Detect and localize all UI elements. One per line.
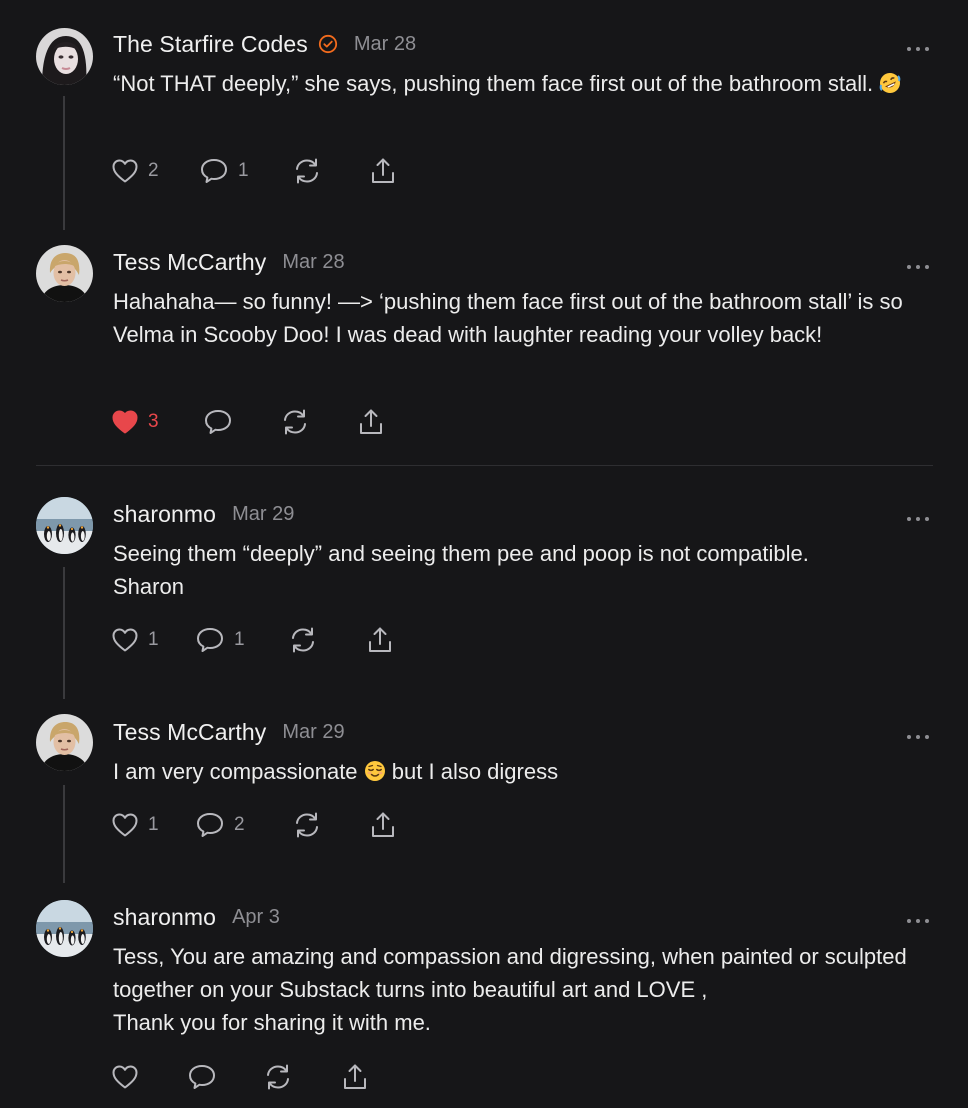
restack-icon	[280, 407, 310, 437]
more-options-icon[interactable]	[906, 912, 930, 923]
relieved-emoji-icon	[364, 758, 386, 781]
comment-header: Tess McCarthy Mar 29	[113, 717, 345, 747]
like-count: 1	[148, 629, 159, 650]
comment-header: Tess McCarthy Mar 28	[113, 247, 345, 277]
comment-header: sharonmo Apr 3	[113, 902, 280, 932]
reply-count: 2	[234, 814, 245, 835]
comment-date[interactable]: Mar 29	[282, 721, 344, 744]
like-button[interactable]: 2	[111, 156, 159, 186]
author-name[interactable]: Tess McCarthy	[113, 249, 266, 276]
restack-button[interactable]	[263, 1062, 293, 1092]
like-count: 3	[148, 411, 159, 432]
comment-text: but I also digress	[385, 759, 559, 784]
restack-icon	[263, 1062, 293, 1092]
comment-header: sharonmo Mar 29	[113, 499, 294, 529]
more-options-icon[interactable]	[906, 40, 930, 51]
avatar[interactable]	[36, 497, 93, 554]
more-options-icon[interactable]	[906, 510, 930, 521]
thread-line	[63, 96, 65, 230]
divider	[36, 465, 933, 466]
share-button[interactable]	[341, 1062, 369, 1092]
restack-icon	[292, 156, 322, 186]
share-button[interactable]	[369, 156, 397, 186]
heart-icon	[111, 158, 139, 184]
restack-icon	[288, 625, 318, 655]
like-count: 2	[148, 160, 159, 181]
comment-date[interactable]: Mar 28	[282, 251, 344, 274]
share-button[interactable]	[366, 625, 394, 655]
share-button[interactable]	[369, 810, 397, 840]
like-count: 1	[148, 814, 159, 835]
author-name[interactable]: The Starfire Codes	[113, 31, 308, 58]
comment-text: Seeing them “deeply” and seeing them pee…	[113, 541, 809, 599]
reply-count: 1	[234, 629, 245, 650]
reply-button[interactable]	[203, 407, 233, 437]
reply-button[interactable]	[187, 1062, 217, 1092]
heart-icon	[111, 627, 139, 653]
share-icon	[369, 156, 397, 186]
comment-date[interactable]: Mar 29	[232, 503, 294, 526]
heart-filled-icon	[111, 409, 139, 435]
restack-button[interactable]	[292, 156, 322, 186]
comment-icon	[195, 811, 225, 839]
author-name[interactable]: sharonmo	[113, 904, 216, 931]
avatar[interactable]	[36, 245, 93, 302]
avatar[interactable]	[36, 28, 93, 85]
comment-body: “Not THAT deeply,” she says, pushing the…	[113, 67, 943, 100]
avatar[interactable]	[36, 900, 93, 957]
comment-text: “Not THAT deeply,” she says, pushing the…	[113, 71, 880, 96]
restack-icon	[292, 810, 322, 840]
comment-body: Tess, You are amazing and compassion and…	[113, 940, 943, 1039]
share-icon	[341, 1062, 369, 1092]
share-button[interactable]	[357, 407, 385, 437]
comment-icon	[187, 1063, 217, 1091]
comment-body: Hahahaha— so funny! —> ‘pushing them fac…	[113, 285, 943, 351]
comment-text: Tess, You are amazing and compassion and…	[113, 944, 907, 1035]
comment-body: Seeing them “deeply” and seeing them pee…	[113, 537, 943, 603]
comment-icon	[195, 626, 225, 654]
more-options-icon[interactable]	[906, 728, 930, 739]
comment-date[interactable]: Apr 3	[232, 906, 280, 929]
reply-button[interactable]: 2	[195, 810, 245, 840]
comment-header: The Starfire Codes Mar 28	[113, 29, 416, 59]
thread-line	[63, 785, 65, 883]
reply-button[interactable]: 1	[199, 156, 249, 186]
avatar[interactable]	[36, 714, 93, 771]
reply-button[interactable]: 1	[195, 625, 245, 655]
heart-icon	[111, 1064, 139, 1090]
comment-icon	[199, 157, 229, 185]
comment-body: I am very compassionate but I also digre…	[113, 755, 943, 788]
author-name[interactable]: sharonmo	[113, 501, 216, 528]
restack-button[interactable]	[288, 625, 318, 655]
comment-date[interactable]: Mar 28	[354, 33, 416, 56]
share-icon	[369, 810, 397, 840]
reply-count: 1	[238, 160, 249, 181]
more-options-icon[interactable]	[906, 258, 930, 269]
like-button[interactable]: 1	[111, 625, 159, 655]
share-icon	[357, 407, 385, 437]
restack-button[interactable]	[292, 810, 322, 840]
heart-icon	[111, 812, 139, 838]
share-icon	[366, 625, 394, 655]
comment-text: I am very compassionate	[113, 759, 364, 784]
like-button[interactable]	[111, 1062, 139, 1092]
like-button[interactable]: 3	[111, 407, 159, 437]
restack-button[interactable]	[280, 407, 310, 437]
thread-line	[63, 567, 65, 699]
comment-text: Hahahaha— so funny! —> ‘pushing them fac…	[113, 289, 909, 347]
like-button[interactable]: 1	[111, 810, 159, 840]
rofl-emoji-icon	[879, 70, 901, 93]
verified-badge-icon	[318, 34, 338, 54]
comment-icon	[203, 408, 233, 436]
author-name[interactable]: Tess McCarthy	[113, 719, 266, 746]
